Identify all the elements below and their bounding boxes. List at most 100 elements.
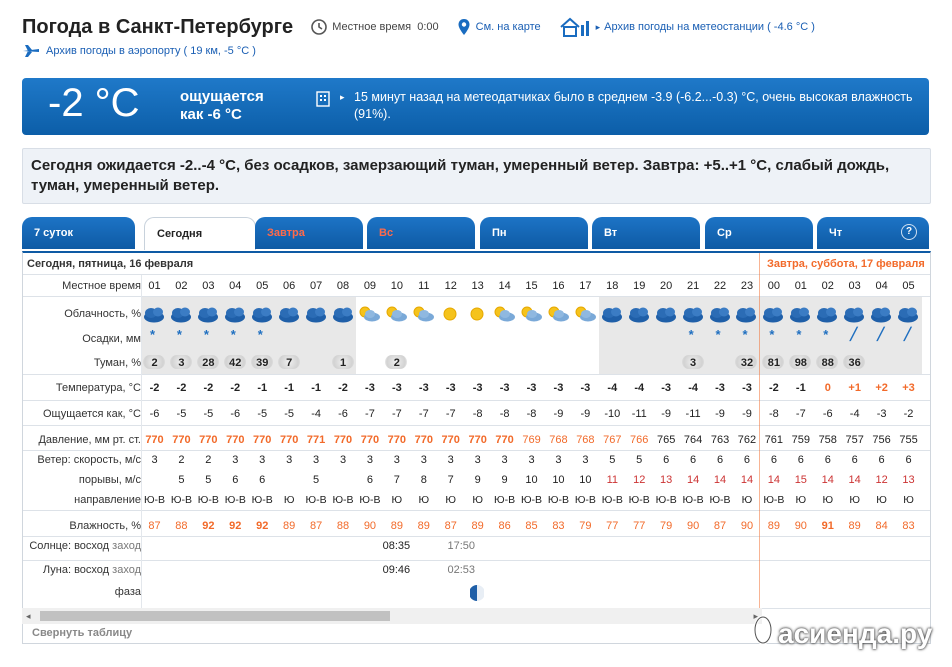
airport-archive-link[interactable]: Архив погоды в аэропорту ( 19 км, -5 °C … [46,45,256,57]
collapse-table-link[interactable]: Свернуть таблицу [32,627,132,639]
scroll-thumb[interactable] [40,611,390,621]
tab-2[interactable]: Завтра [255,217,363,249]
temp-cell: -1 [311,382,321,394]
day-today-label: Сегодня, пятница, 16 февраля [27,258,194,270]
station-archive-link[interactable]: Архив погоды на метеостанции ( -4.6 °C ) [604,21,815,33]
wind-cell: 3 [420,454,427,466]
wind-cell: 3 [313,454,320,466]
cloud-icon [708,303,732,328]
pressure-cell: 761 [764,434,784,446]
humidity-cell: 87 [309,520,323,532]
cloud-icon [842,303,866,328]
direction-cell: Ю-В [305,494,327,506]
feels-cell: -8 [472,408,483,420]
pressure-cell: 770 [172,434,191,446]
wind-cell: 6 [905,454,912,466]
tab-4[interactable]: Пн [480,217,588,249]
hour-cell: 19 [633,280,646,292]
pressure-cell: 755 [899,434,918,446]
hour-cell: 09 [363,280,377,292]
tab-label: Пн [492,227,507,239]
direction-cell: Ю-В [197,494,219,506]
wind-cell: 6 [663,454,670,466]
wind-cell: 3 [555,454,562,466]
row-label-temp: Температура, °C [55,382,141,394]
wind-cell: 6 [824,454,831,466]
direction-cell: Ю-В [251,494,273,506]
wind-cell: 3 [259,454,266,466]
row-divider [23,400,930,401]
feels-like: ощущается как -6 °C [180,88,300,124]
feels-cell: -11 [685,408,701,420]
wind-cell: 3 [393,454,400,466]
map-link[interactable]: См. на карте [476,21,541,33]
fog-cell: 1 [339,357,347,369]
pressure-cell: 764 [683,434,703,446]
humidity-cell: 89 [417,520,430,532]
tab-1[interactable]: Сегодня [144,217,256,250]
tab-7[interactable]: Чт? [817,217,929,249]
wind-cell: 2 [205,454,212,466]
gusts-cell: 5 [313,474,320,486]
pressure-cell: 770 [333,434,353,446]
humidity-cell: 92 [229,520,242,532]
fog-cell: 42 [229,357,242,369]
fog-cell: 2 [393,357,400,369]
feels-cell: -9 [661,408,672,420]
station-archive-item[interactable]: ▸ Архив погоды на метеостанции ( -4.6 °C… [559,17,815,37]
sun-cloud-icon [492,303,516,328]
snow-icon: * [150,327,156,342]
cloud-icon [277,303,301,328]
temp-cell: -3 [445,382,456,394]
cloud-icon [142,303,166,328]
row-divider [23,374,930,375]
airport-archive-item[interactable]: Архив погоды в аэропорту ( 19 км, -5 °C … [22,44,256,58]
humidity-cell: 92 [256,520,269,532]
temp-cell: -3 [472,382,483,394]
day-tabs: 7 суток Сегодня Завтра Вс Пн Вт Ср Чт? [22,217,929,251]
tab-0[interactable]: 7 суток [22,217,135,249]
humidity-cell: 90 [794,520,807,532]
cloud-icon [250,303,274,328]
current-weather-panel: -2 °C ощущается как -6 °C ▸ 15 минут наз… [22,78,929,135]
row-label-cloud: Облачность, % [64,308,141,320]
direction-cell: Ю [903,494,914,506]
feels-cell: -7 [445,408,456,420]
tab-5[interactable]: Вт [592,217,700,249]
pressure-cell: 766 [630,434,649,446]
map-link-item[interactable]: См. на карте [457,18,541,36]
scroll-left-icon[interactable]: ◂ [26,611,31,622]
cloud-icon [654,303,678,328]
humidity-cell: 90 [740,520,754,532]
feels-cell: -8 [526,408,537,420]
fog-cell: 2 [151,357,158,369]
tab-6[interactable]: Ср [705,217,813,249]
humidity-cell: 89 [390,520,403,532]
direction-cell: Ю-В [143,494,166,506]
humidity-cell: 92 [202,520,215,532]
pressure-cell: 770 [360,434,380,446]
wind-cell: 5 [636,454,643,466]
wind-cell: 3 [582,454,589,466]
feels-cell: -7 [391,408,402,420]
help-icon[interactable]: ? [901,224,917,240]
temp-cell: -2 [230,382,241,394]
horizontal-scrollbar[interactable]: ◂ ▸ [22,608,762,624]
temp-cell: -2 [149,382,160,394]
direction-cell: Ю-В [601,494,623,506]
feels-cell: -4 [849,408,860,420]
fog-cell: 32 [740,357,754,369]
pressure-cell: 768 [576,434,595,446]
tab-label: 7 суток [34,227,74,239]
feels-cell: -11 [631,408,647,420]
tab-label: Вт [604,227,618,239]
pressure-cell: 770 [199,434,218,446]
direction-cell: Ю-В [547,494,569,506]
hour-cell: 02 [821,280,834,292]
pressure-cell: 770 [468,434,487,446]
hour-cell: 02 [175,280,188,292]
feels-cell: -9 [715,408,725,420]
temp-cell: -3 [391,382,402,394]
tab-3[interactable]: Вс [367,217,475,249]
wind-cell: 3 [232,454,239,466]
